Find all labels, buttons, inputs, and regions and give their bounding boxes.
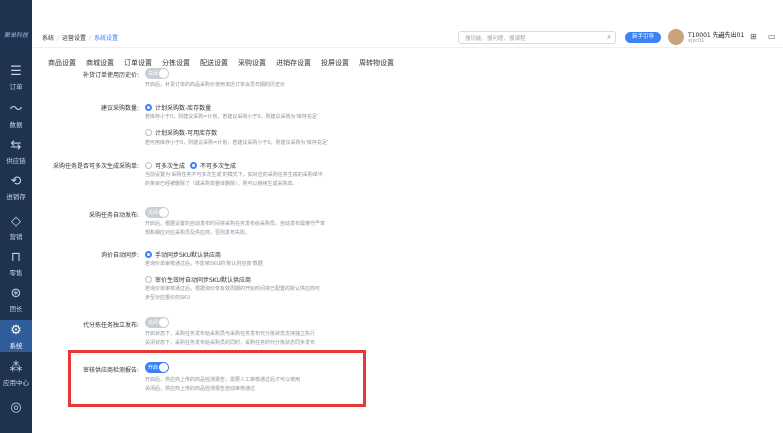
setting-label: 补货订单使用历史价: <box>82 72 139 79</box>
review-inspection-report-toggle[interactable]: 开启 <box>145 362 169 373</box>
apps-icon: ⁂ <box>9 360 23 375</box>
radio-unselected-icon <box>145 129 152 136</box>
avatar[interactable] <box>668 29 684 45</box>
auto-publish-toggle[interactable]: 关闭 <box>145 207 169 218</box>
sidebar-item-retail[interactable]: ⊓ 零售 <box>0 248 32 278</box>
tab-delivery[interactable]: 配送设置 <box>200 58 228 70</box>
org-icon[interactable]: ⊞ <box>750 32 757 41</box>
setting-description: 开启后，供应商上传的商品检测报告，需要人工审核通过后才可以使用 <box>145 377 301 383</box>
setting-description: 当前设置为'采购任务不可多次生成'的模式下，如对应的采购任务生成的采购单中 <box>145 172 323 178</box>
sidebar-item-inventory[interactable]: ⟲ 进销存 <box>0 172 32 202</box>
setting-description: 步至对应报价的SKU <box>145 295 190 301</box>
orders-icon: ☰ <box>10 64 22 79</box>
setting-description: 关闭后，供应商上传的商品检测报告自动审核通过 <box>145 386 256 392</box>
tab-inventory[interactable]: 进销存设置 <box>276 58 311 70</box>
setting-description: 开启状态下，采购任务发布给采购员与采购任务发布代分拣状态支持独立执行 <box>145 331 316 337</box>
supply-chain-icon: ⇆ <box>10 138 22 153</box>
setting-description: 的条目已经被删除了（或采购单整体删除），则可以继续生成采购单。 <box>145 181 298 187</box>
tab-screen[interactable]: 投屏设置 <box>321 58 349 70</box>
tab-product[interactable]: 商品设置 <box>48 58 76 70</box>
sidebar-item-data[interactable]: 〜 数据 <box>0 100 32 130</box>
tab-turnover[interactable]: 周转物设置 <box>359 58 394 70</box>
app-logo: 聚单科技 <box>3 32 28 39</box>
radio-selected-icon <box>145 251 152 258</box>
cart-icon: ⊓ <box>10 250 22 265</box>
sidebar-item-app-center[interactable]: ⁂ 应用中心 <box>0 358 32 388</box>
radio-selected-icon <box>145 104 152 111</box>
gear-icon: ⚙ <box>10 323 22 338</box>
replenish-history-price-toggle[interactable]: 关闭 <box>145 68 169 79</box>
setting-label: 建议采购数量: <box>100 105 139 112</box>
setting-label: 审核供应商检测报告: <box>82 367 139 374</box>
sidebar: 聚单科技 ☰ 订单 〜 数据 ⇆ 供应链 ⟲ 进销存 ◇ 营销 ⊓ 零售 ⊛ 团… <box>0 0 32 433</box>
setting-label: 采购任务是否可多次生成采购单: <box>52 163 139 170</box>
sidebar-item-leader[interactable]: ⊛ 团长 <box>0 284 32 314</box>
radio-unselected-icon <box>145 276 152 283</box>
setting-description: 若询价单审核通过后，不影响SKU的'默认供应商'数据 <box>145 261 263 267</box>
tab-mall[interactable]: 商城设置 <box>86 58 114 70</box>
sidebar-item-orders[interactable]: ☰ 订单 <box>0 62 32 92</box>
user-id: xjxc01 <box>688 38 705 44</box>
sidebar-item-more[interactable]: ◎ <box>0 398 32 418</box>
setting-description: 开启后，补货订单的商品采购价使用该店订单会员日期的历史价 <box>145 82 286 88</box>
top-bar: 系统 / 运营设置 / 系统设置 搜功能、搜问题、搜课程 ⌕ 新手引导 T10001 先… <box>32 26 783 48</box>
marketing-icon: ◇ <box>11 214 21 229</box>
radio-auto-sync[interactable]: 审价生效时自动同步SKU默认供应商 <box>145 275 251 284</box>
independent-publish-toggle[interactable]: 关闭 <box>145 317 169 328</box>
setting-label: 采购任务自动发布: <box>88 212 139 219</box>
setting-label: 询价自动同步: <box>100 252 139 259</box>
radio-plan-minus-stock[interactable]: 计划采购数-库存数量 <box>145 103 211 112</box>
message-icon[interactable]: ▭ <box>768 32 776 41</box>
breadcrumb-current: 系统设置 <box>94 35 119 42</box>
chevron-down-icon[interactable]: ⇋ <box>718 32 725 41</box>
setting-description: 关闭状态下，采购任务发布给采购员的同时，采购任务的代分拣状态同步发布 <box>145 340 316 346</box>
radio-multiple-generate[interactable]: 可多次生成 <box>145 161 185 170</box>
search-input[interactable]: 搜功能、搜问题、搜课程 ⌕ <box>458 31 616 44</box>
radio-single-generate[interactable]: 不可多次生成 <box>190 161 236 170</box>
radio-unselected-icon <box>145 162 152 169</box>
search-icon[interactable]: ⌕ <box>607 33 611 42</box>
breadcrumb-item[interactable]: 运营设置 <box>62 35 86 42</box>
sidebar-item-marketing[interactable]: ◇ 营销 <box>0 212 32 242</box>
setting-description: 若可用库存小于0，则建议采购=计划，若建议采购小于0，则建议采购为'库存充足' <box>145 140 329 146</box>
sidebar-item-supply-chain[interactable]: ⇆ 供应链 <box>0 136 32 166</box>
new-user-guide-button[interactable]: 新手引导 <box>625 32 661 43</box>
radio-manual-sync[interactable]: 手动同步SKU默认供应商 <box>145 250 221 259</box>
setting-label: 代分拣任务独立发布: <box>82 322 139 329</box>
breadcrumb: 系统 / 运营设置 / 系统设置 <box>42 35 119 42</box>
setting-description: 若库存小于0，则建议采购=计划，若建议采购小于0，则建议采购为'库存充足' <box>145 114 319 120</box>
radio-plan-minus-available[interactable]: 计划采购数-可用库存数 <box>145 128 217 137</box>
circle-icon: ◎ <box>10 400 22 415</box>
radio-selected-icon <box>190 162 197 169</box>
setting-description: 规和相应对应采购员及供应商，否则发布失败。 <box>145 230 251 236</box>
breadcrumb-item[interactable]: 系统 <box>42 35 54 42</box>
settings-tabs: 商品设置 商城设置 订单设置 分拣设置 配送设置 采购设置 进销存设置 投屏设置… <box>48 58 394 70</box>
leader-icon: ⊛ <box>10 286 22 301</box>
tab-purchase[interactable]: 采购设置 <box>238 58 266 70</box>
setting-description: 开启后，根据设置的自动发布时间将采购任务发布给采购员。自动发布需遵守严率 <box>145 221 326 227</box>
setting-description: 若询价单审核通过后，根据询价单有效周期的开始时间将已配置的默认供应商可 <box>145 286 321 292</box>
inventory-icon: ⟲ <box>10 174 22 189</box>
sidebar-item-system[interactable]: ⚙ 系统 <box>0 320 32 352</box>
chart-icon: 〜 <box>9 102 23 117</box>
